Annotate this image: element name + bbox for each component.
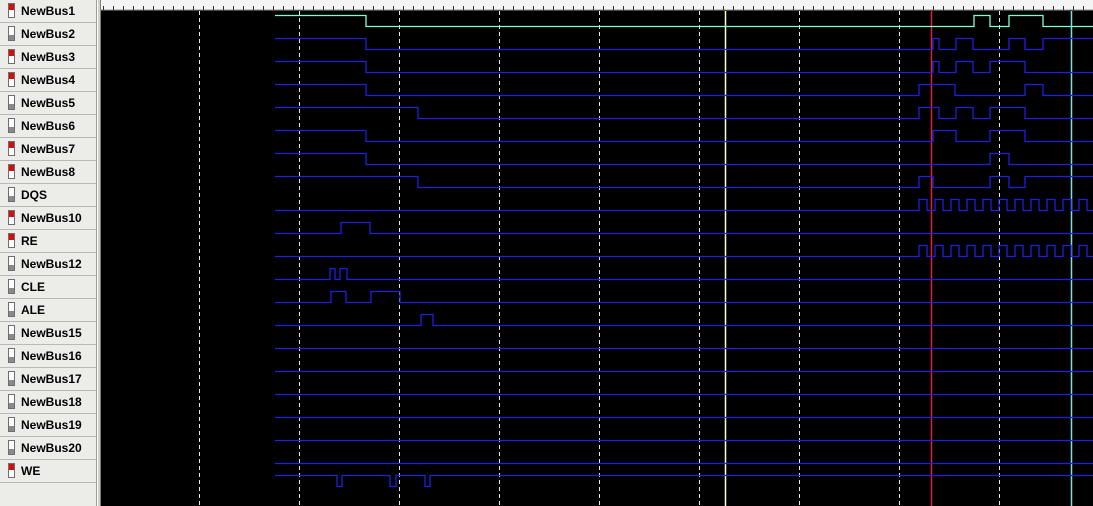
signal-row[interactable]: DQS xyxy=(0,184,96,207)
signal-name: NewBus10 xyxy=(21,211,82,225)
signal-row[interactable]: NewBus7 xyxy=(0,138,96,161)
signal-row[interactable]: NewBus3 xyxy=(0,46,96,69)
signal-level-icon xyxy=(8,394,15,409)
signal-name: NewBus19 xyxy=(21,418,82,432)
signal-list: NewBus1 NewBus2 NewBus3 NewBus4 NewBus5 NewBu… xyxy=(0,0,97,506)
signal-name: NewBus18 xyxy=(21,395,82,409)
signal-level-icon xyxy=(8,302,15,317)
signal-name: NewBus12 xyxy=(21,257,82,271)
signal-name: CLE xyxy=(21,280,45,294)
signal-row[interactable]: NewBus20 xyxy=(0,437,96,460)
waveform-background xyxy=(101,0,1093,506)
signal-row[interactable]: NewBus4 xyxy=(0,69,96,92)
signal-level-icon xyxy=(8,233,15,248)
signal-level-icon xyxy=(8,417,15,432)
signal-level-icon xyxy=(8,463,15,478)
signal-name: NewBus2 xyxy=(21,27,76,41)
signal-level-icon xyxy=(8,256,15,271)
signal-level-icon xyxy=(8,348,15,363)
signal-name: NewBus6 xyxy=(21,119,76,133)
signal-level-icon xyxy=(8,118,15,133)
signal-level-icon xyxy=(8,164,15,179)
signal-name: NewBus16 xyxy=(21,349,82,363)
signal-level-icon xyxy=(8,95,15,110)
signal-name: ALE xyxy=(21,303,45,317)
signal-level-icon xyxy=(8,325,15,340)
signal-row[interactable]: ALE xyxy=(0,299,96,322)
signal-row[interactable]: NewBus5 xyxy=(0,92,96,115)
signal-level-icon xyxy=(8,371,15,386)
signal-row[interactable]: NewBus15 xyxy=(0,322,96,345)
signal-level-icon xyxy=(8,72,15,87)
signal-name: DQS xyxy=(21,188,48,202)
signal-name: RE xyxy=(21,234,38,248)
time-ruler xyxy=(101,0,1093,10)
signal-name: NewBus17 xyxy=(21,372,82,386)
signal-level-icon xyxy=(8,3,15,18)
signal-row[interactable]: CLE xyxy=(0,276,96,299)
signal-row[interactable]: NewBus18 xyxy=(0,391,96,414)
signal-row[interactable]: NewBus12 xyxy=(0,253,96,276)
signal-row[interactable]: NewBus2 xyxy=(0,23,96,46)
signal-name: NewBus5 xyxy=(21,96,76,110)
signal-row[interactable]: NewBus6 xyxy=(0,115,96,138)
signal-name: NewBus4 xyxy=(21,73,76,87)
signal-row[interactable]: NewBus10 xyxy=(0,207,96,230)
signal-row[interactable]: NewBus1 xyxy=(0,0,96,23)
signal-level-icon xyxy=(8,26,15,41)
signal-row[interactable]: NewBus17 xyxy=(0,368,96,391)
signal-name: WE xyxy=(21,464,41,478)
signal-level-icon xyxy=(8,49,15,64)
signal-level-icon xyxy=(8,187,15,202)
signal-row[interactable]: RE xyxy=(0,230,96,253)
signal-level-icon xyxy=(8,440,15,455)
signal-name: NewBus15 xyxy=(21,326,82,340)
signal-row[interactable]: WE xyxy=(0,460,96,483)
signal-level-icon xyxy=(8,141,15,156)
signal-row[interactable]: NewBus8 xyxy=(0,161,96,184)
signal-level-icon xyxy=(8,210,15,225)
signal-row[interactable]: NewBus16 xyxy=(0,345,96,368)
waveform-pane[interactable] xyxy=(101,0,1093,506)
signal-level-icon xyxy=(8,279,15,294)
signal-name: NewBus1 xyxy=(21,4,76,18)
signal-name: NewBus7 xyxy=(21,142,76,156)
signal-name: NewBus3 xyxy=(21,50,76,64)
signal-name: NewBus20 xyxy=(21,441,82,455)
signal-row[interactable]: NewBus19 xyxy=(0,414,96,437)
signal-name: NewBus8 xyxy=(21,165,76,179)
